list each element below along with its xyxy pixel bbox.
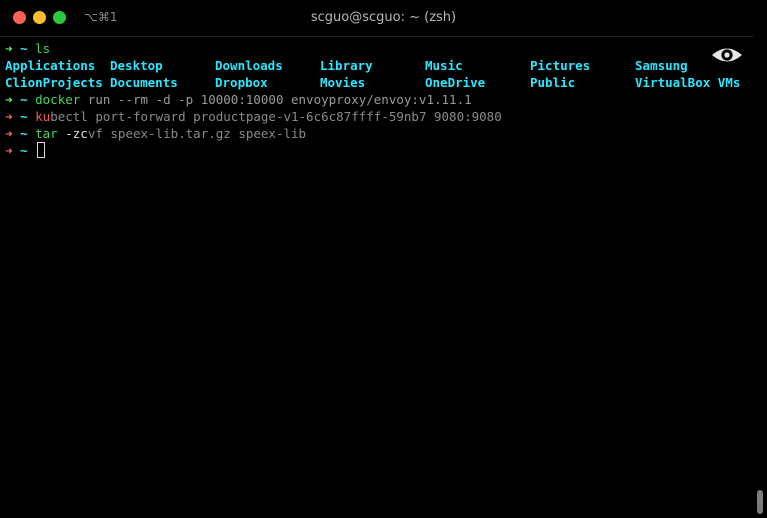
command-name: docker bbox=[35, 92, 81, 107]
scrollbar-thumb[interactable] bbox=[757, 490, 763, 514]
text-cursor[interactable] bbox=[37, 142, 46, 158]
autosuggestion-text: bectl port-forward productpage-v1-6c6c87… bbox=[50, 109, 502, 124]
ls-directory-entry: Music bbox=[425, 58, 463, 73]
command-args: run --rm -d -p 10000:10000 envoyproxy/en… bbox=[80, 92, 472, 107]
ls-directory-entry: VirtualBox VMs bbox=[635, 75, 741, 90]
eye-icon[interactable] bbox=[711, 45, 743, 65]
prompt-directory: ~ bbox=[20, 92, 28, 107]
autosuggestion-text: vf speex-lib.tar.gz speex-lib bbox=[87, 126, 307, 141]
ls-directory-entry: Documents bbox=[110, 75, 178, 90]
prompt-directory: ~ bbox=[20, 143, 28, 158]
command-flag: -zc bbox=[65, 126, 88, 141]
prompt-directory: ~ bbox=[20, 126, 28, 141]
ls-directory-entry: Applications bbox=[5, 58, 96, 73]
prompt-line: ➜ ~ kubectl port-forward productpage-v1-… bbox=[5, 108, 750, 125]
prompt-directory: ~ bbox=[20, 41, 28, 56]
terminal-output[interactable]: ➜ ~ ls Applications Desktop Downloads Libra… bbox=[5, 40, 750, 159]
ls-directory-entry: Public bbox=[530, 75, 576, 90]
active-prompt-line[interactable]: ➜ ~ bbox=[5, 142, 750, 159]
prompt-arrow-success: ➜ bbox=[5, 41, 13, 56]
ls-directory-entry: Desktop bbox=[110, 58, 163, 73]
prompt-directory: ~ bbox=[20, 109, 28, 124]
terminal-window: ⌥⌘1 scguo@scguo: ~ (zsh) ➜ ~ ls Applicat… bbox=[0, 0, 767, 518]
ls-directory-entry: Pictures bbox=[530, 58, 591, 73]
ls-directory-entry: Dropbox bbox=[215, 75, 268, 90]
ls-directory-entry: OneDrive bbox=[425, 75, 486, 90]
command-name-invalid: ku bbox=[35, 109, 51, 124]
window-title: scguo@scguo: ~ (zsh) bbox=[310, 10, 457, 25]
ls-directory-entry: Movies bbox=[320, 75, 366, 90]
prompt-line: ➜ ~ tar -zcvf speex-lib.tar.gz speex-lib bbox=[5, 125, 750, 142]
command-name: tar bbox=[35, 126, 58, 141]
scrollbar[interactable] bbox=[754, 36, 767, 518]
ls-directory-entry: Library bbox=[320, 58, 373, 73]
title-bar[interactable]: ⌥⌘1 scguo@scguo: ~ (zsh) bbox=[0, 0, 767, 37]
prompt-arrow-error: ➜ bbox=[5, 126, 13, 141]
ls-directory-entry: Downloads bbox=[215, 58, 283, 73]
prompt-arrow-error: ➜ bbox=[5, 109, 13, 124]
prompt-line: ➜ ~ ls bbox=[5, 40, 750, 57]
command-text: ls bbox=[35, 41, 51, 56]
prompt-line: ➜ ~ docker run --rm -d -p 10000:10000 en… bbox=[5, 91, 750, 108]
ls-directory-entry: ClionProjects bbox=[5, 75, 103, 90]
prompt-arrow-error: ➜ bbox=[5, 143, 13, 158]
prompt-arrow-success: ➜ bbox=[5, 92, 13, 107]
ls-output: Applications Desktop Downloads Library Music… bbox=[5, 57, 750, 91]
